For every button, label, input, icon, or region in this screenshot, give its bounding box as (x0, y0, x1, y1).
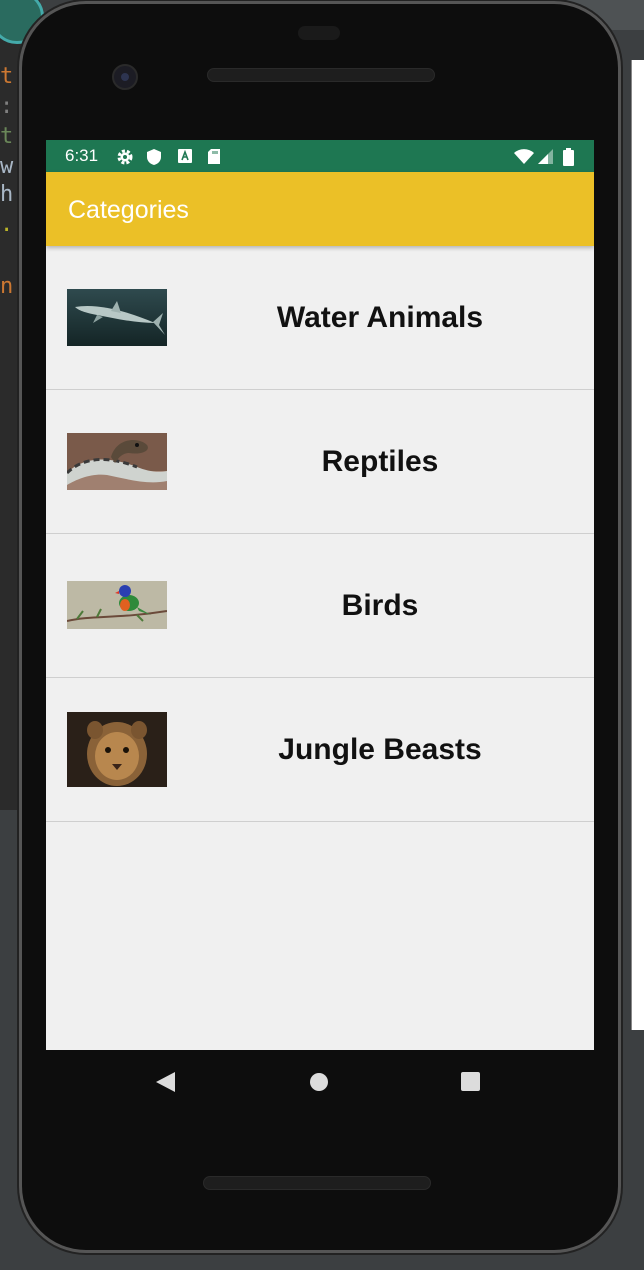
top-speaker (207, 68, 435, 82)
status-bar: 6:31 (46, 140, 594, 172)
category-label: Birds (341, 589, 419, 622)
earpiece-notch (298, 26, 340, 40)
category-label: Reptiles (321, 445, 439, 478)
battery-icon (563, 148, 574, 166)
category-list: Water Animals Reptiles Birds Jungle Beas… (46, 246, 594, 822)
sd-card-icon (208, 149, 220, 164)
signal-icon (538, 149, 553, 164)
category-label: Water Animals (276, 301, 484, 334)
wifi-icon (514, 149, 534, 164)
ide-scrollbar[interactable] (631, 60, 644, 1030)
snake-image (67, 433, 167, 490)
settings-icon (117, 149, 133, 165)
app-bar: Categories (46, 172, 594, 246)
front-camera (112, 64, 138, 90)
status-time: 6:31 (65, 146, 99, 165)
category-row-jungle-beasts[interactable]: Jungle Beasts (46, 678, 594, 822)
bottom-speaker (203, 1176, 431, 1190)
category-label: Jungle Beasts (278, 733, 482, 766)
category-row-water-animals[interactable]: Water Animals (46, 246, 594, 390)
shark-image (67, 289, 167, 346)
recents-icon[interactable] (461, 1072, 480, 1091)
app-bar-title: Categories (68, 196, 189, 224)
home-icon[interactable] (310, 1073, 328, 1091)
a-icon (178, 149, 192, 163)
lion-cub-image (67, 712, 167, 787)
category-row-reptiles[interactable]: Reptiles (46, 390, 594, 534)
device-screen: 6:31 Categories Water Animals Reptiles B… (46, 140, 594, 1050)
bird-image (67, 581, 167, 629)
navigation-bar (46, 1050, 594, 1114)
category-row-birds[interactable]: Birds (46, 534, 594, 678)
shield-icon (147, 149, 161, 165)
back-icon[interactable] (156, 1072, 175, 1092)
